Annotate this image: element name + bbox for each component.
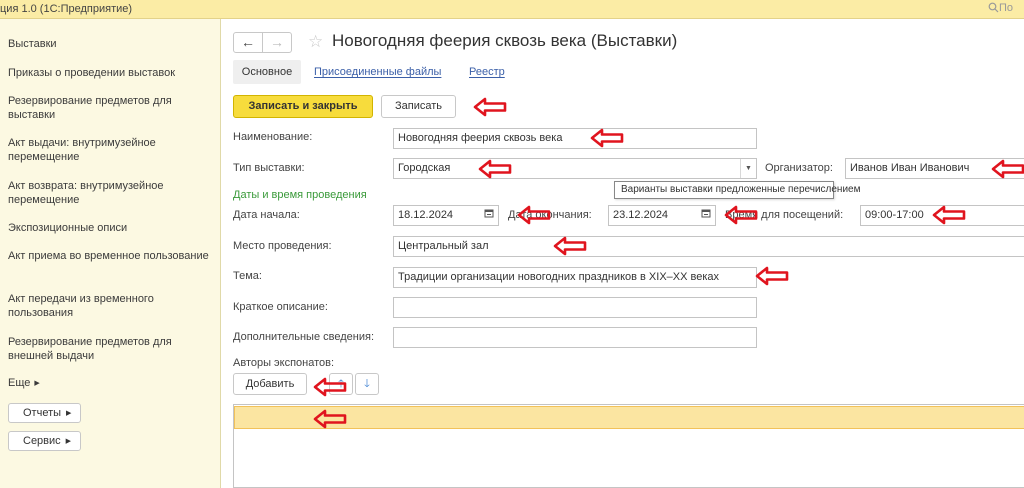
tab-attached-files[interactable]: Присоединенные файлы xyxy=(314,60,441,84)
move-down-button[interactable]: 🡓 xyxy=(355,373,379,395)
dropdown-icon[interactable]: ▼ xyxy=(740,159,756,178)
search-icon xyxy=(988,2,999,13)
service-button[interactable]: Сервис ▶ xyxy=(8,431,81,451)
red-arrow-icon xyxy=(478,159,512,179)
sidebar-more[interactable]: Еще ▶ xyxy=(8,377,40,389)
sidebar: Выставки Приказы о проведении выставок Р… xyxy=(0,19,221,488)
sidebar-item-external-reservation[interactable]: Резервирование предметов для внешней выд… xyxy=(8,335,213,363)
search-box[interactable]: По xyxy=(988,2,1024,17)
red-arrow-icon xyxy=(991,159,1024,179)
sidebar-item-inventories[interactable]: Экспозиционные описи xyxy=(8,221,213,235)
save-close-button[interactable]: Записать и закрыть xyxy=(233,95,373,118)
red-arrow-icon xyxy=(932,205,966,225)
chevron-right-icon: ▶ xyxy=(66,410,72,417)
tab-main[interactable]: Основное xyxy=(233,60,301,84)
place-label: Место проведения: xyxy=(233,240,332,252)
red-arrow-icon xyxy=(313,377,347,397)
short-description-field[interactable] xyxy=(393,297,757,318)
calendar-icon[interactable] xyxy=(697,206,715,225)
sidebar-item-temp-transfer[interactable]: Акт передачи из временного пользования xyxy=(8,292,213,320)
chevron-right-icon: ▶ xyxy=(34,380,40,387)
authors-table[interactable] xyxy=(233,404,1024,488)
organizer-label: Организатор: xyxy=(765,162,833,174)
tab-registry[interactable]: Реестр xyxy=(469,60,505,84)
more-label: Еще xyxy=(8,377,31,389)
start-date-value: 18.12.2024 xyxy=(398,209,454,221)
red-arrow-icon xyxy=(473,97,507,117)
theme-label: Тема: xyxy=(233,270,262,282)
extra-info-field[interactable] xyxy=(393,327,757,348)
type-label: Тип выставки: xyxy=(233,162,305,174)
theme-field[interactable]: Традиции организации новогодних праздник… xyxy=(393,267,757,288)
service-label: Сервис xyxy=(23,435,61,447)
reports-label: Отчеты xyxy=(23,407,62,419)
calendar-icon[interactable] xyxy=(480,206,498,225)
red-arrow-icon xyxy=(553,236,587,256)
arrow-right-icon: → xyxy=(270,34,284,50)
sidebar-item-return-act[interactable]: Акт возврата: внутримузейное перемещение xyxy=(8,179,213,207)
tooltip: Варианты выставки предложенные перечисле… xyxy=(614,181,860,199)
search-placeholder: По xyxy=(999,2,1014,14)
reports-button[interactable]: Отчеты ▶ xyxy=(8,403,81,423)
arrow-left-icon: ← xyxy=(241,34,255,50)
sidebar-item-temp-receive[interactable]: Акт приема во временное пользование xyxy=(8,249,213,263)
app-title: ция 1.0 (1С:Предприятие) xyxy=(0,3,133,15)
end-date-field[interactable]: 23.12.2024 xyxy=(608,205,716,226)
sidebar-item-orders[interactable]: Приказы о проведении выставок xyxy=(8,66,213,80)
sidebar-item-reservation[interactable]: Резервирование предметов для выставки xyxy=(8,94,213,122)
red-arrow-icon xyxy=(755,266,789,286)
place-field[interactable]: Центральный зал xyxy=(393,236,1024,257)
type-select[interactable]: Городская ▼ xyxy=(393,158,757,179)
extra-info-label: Дополнительные сведения: xyxy=(233,331,374,343)
chevron-right-icon: ▶ xyxy=(65,438,72,445)
start-date-label: Дата начала: xyxy=(233,209,300,221)
table-row[interactable] xyxy=(234,406,1024,429)
form-title: Новогодняя феерия сквозь века (Выставки) xyxy=(332,31,678,50)
type-value: Городская xyxy=(398,162,451,174)
back-button[interactable]: ← xyxy=(233,32,263,53)
start-date-field[interactable]: 18.12.2024 xyxy=(393,205,499,226)
sidebar-item-exhibitions[interactable]: Выставки xyxy=(8,37,213,51)
red-arrow-icon xyxy=(590,128,624,148)
title-bar: ция 1.0 (1С:Предприятие) По xyxy=(0,0,1024,19)
red-arrow-icon xyxy=(724,205,758,225)
arrow-down-icon: 🡓 xyxy=(364,378,370,390)
authors-label: Авторы экспонатов: xyxy=(233,357,335,369)
name-label: Наименование: xyxy=(233,131,313,143)
save-button[interactable]: Записать xyxy=(381,95,456,118)
sidebar-item-issue-act[interactable]: Акт выдачи: внутримузейное перемещение xyxy=(8,136,213,164)
red-arrow-icon xyxy=(313,409,347,429)
red-arrow-icon xyxy=(517,205,551,225)
star-icon[interactable]: ☆ xyxy=(308,32,323,52)
forward-button[interactable]: → xyxy=(262,32,292,53)
name-field[interactable]: Новогодняя феерия сквозь века xyxy=(393,128,757,149)
add-button[interactable]: Добавить xyxy=(233,373,307,395)
short-description-label: Краткое описание: xyxy=(233,301,328,313)
end-date-value: 23.12.2024 xyxy=(613,209,669,221)
dates-group-label: Даты и время проведения xyxy=(233,189,367,201)
